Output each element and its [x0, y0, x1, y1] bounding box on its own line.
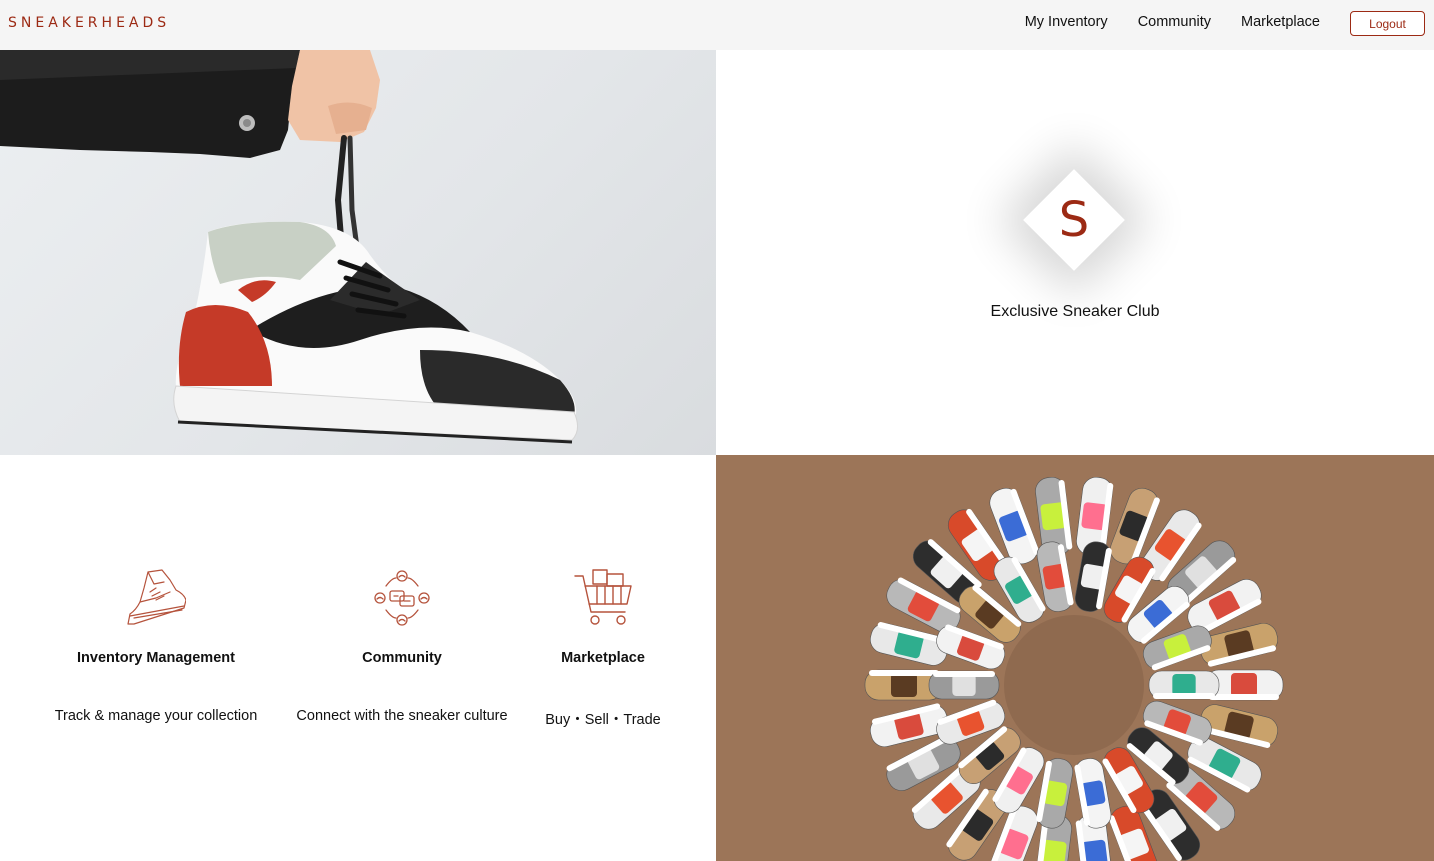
sneaker-circle-image: [716, 455, 1434, 861]
club-logo-panel: S Exclusive Sneaker Club: [716, 50, 1434, 455]
feature-title: Community: [362, 650, 442, 666]
feature-description: Buy・Sell・Trade: [545, 712, 661, 728]
sneaker-collection-photo: [716, 455, 1434, 861]
community-icon: [374, 570, 430, 626]
feature-title: Marketplace: [561, 650, 645, 666]
logo-letter: S: [1058, 192, 1090, 248]
feature-inventory: Inventory Management Track & manage your…: [36, 568, 276, 724]
nav-community[interactable]: Community: [1138, 14, 1211, 30]
feature-description: Connect with the sneaker culture: [296, 708, 508, 724]
club-title: Exclusive Sneaker Club: [990, 303, 1160, 320]
hero-sneaker-photo: [0, 50, 716, 455]
feature-community: Community Connect with the sneaker cultu…: [282, 568, 522, 724]
features-panel: Inventory Management Track & manage your…: [0, 455, 716, 861]
nav-marketplace[interactable]: Marketplace: [1241, 14, 1320, 30]
sneaker-icon: [127, 569, 186, 625]
nav-links: My Inventory Community Marketplace: [1025, 14, 1320, 30]
sneaker-photo-image: [0, 50, 578, 444]
feature-title: Inventory Management: [77, 650, 235, 666]
sneaker-shape: [928, 670, 1000, 700]
feature-marketplace: Marketplace Buy・Sell・Trade: [523, 568, 683, 728]
logout-button[interactable]: Logout: [1350, 11, 1425, 36]
sneaker-shape: [1148, 670, 1220, 700]
nav-my-inventory[interactable]: My Inventory: [1025, 14, 1108, 30]
club-logo: S: [1023, 169, 1125, 271]
feature-description: Track & manage your collection: [54, 708, 258, 724]
cart-icon: [574, 569, 632, 625]
brand-logo[interactable]: SNEAKERHEADS: [8, 15, 170, 31]
navbar: SNEAKERHEADS My Inventory Community Mark…: [0, 0, 1434, 50]
